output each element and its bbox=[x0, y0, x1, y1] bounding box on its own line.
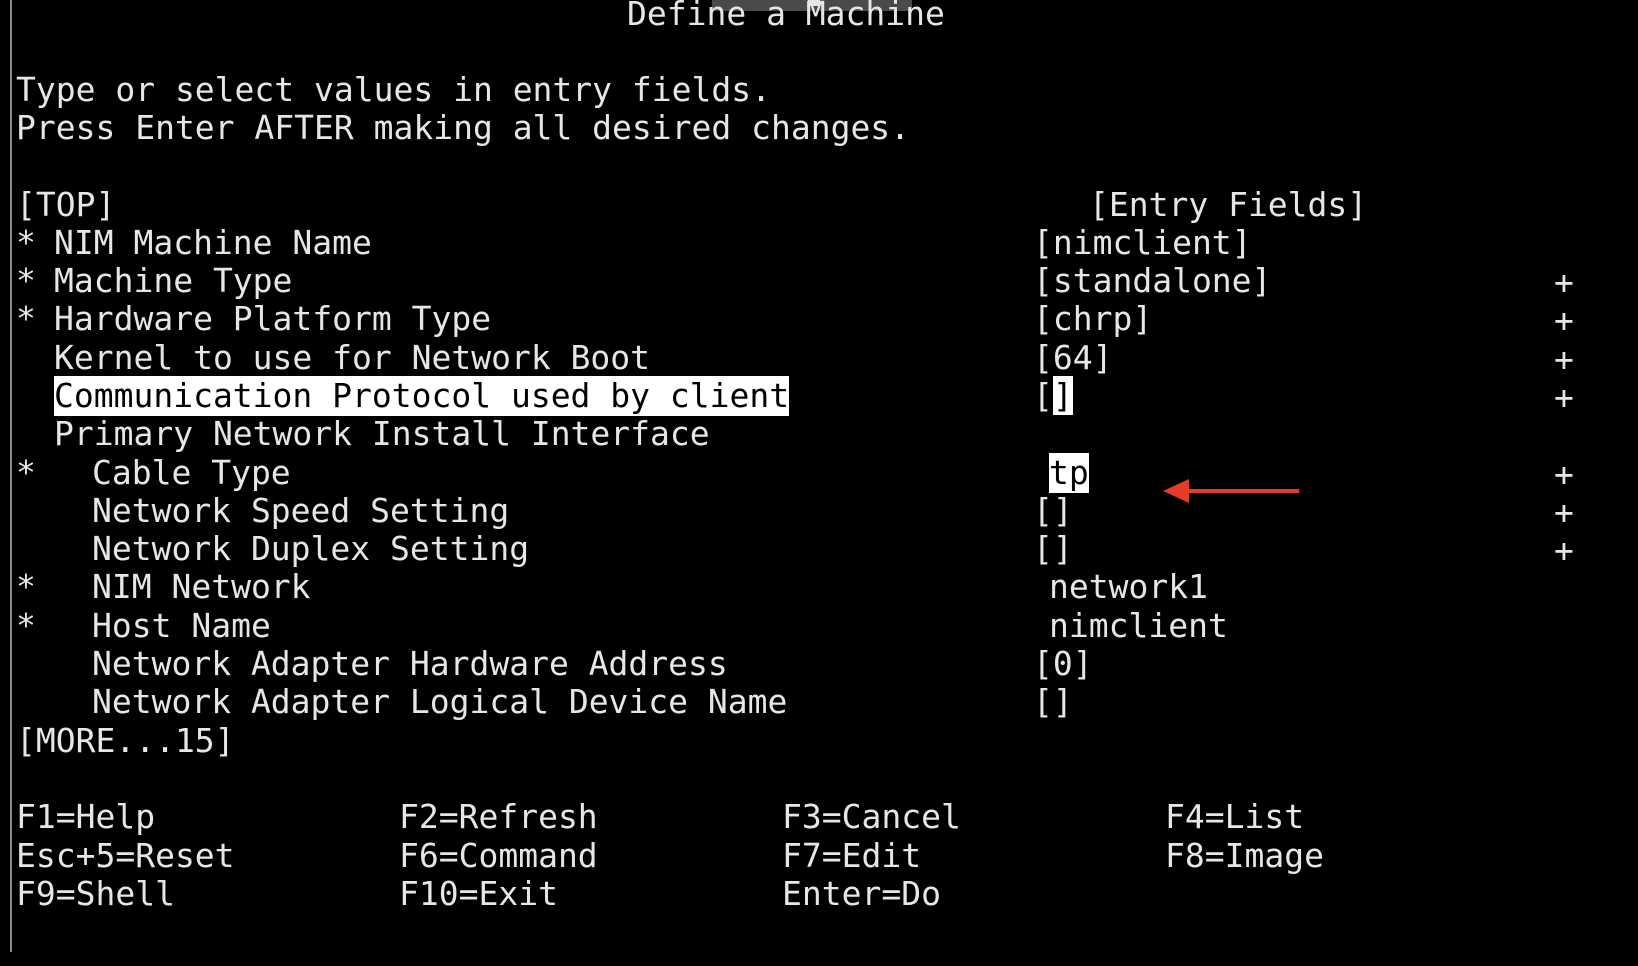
field-label-nim-network: NIM Network bbox=[92, 567, 311, 606]
field-label-adapter-hardware-address: Network Adapter Hardware Address bbox=[92, 644, 728, 683]
list-indicator[interactable]: + bbox=[1554, 493, 1574, 533]
field-label-nim-machine-name: NIM Machine Name bbox=[54, 223, 372, 262]
field-value-adapter-logical-device[interactable]: [] bbox=[1033, 682, 1073, 722]
list-indicator[interactable]: + bbox=[1554, 378, 1574, 418]
field-label-kernel-network-boot: Kernel to use for Network Boot bbox=[54, 338, 651, 377]
field-value-cable-type[interactable]: tp bbox=[1049, 453, 1089, 493]
fkey-do[interactable]: Enter=Do bbox=[782, 874, 941, 914]
required-marker: * bbox=[16, 261, 36, 300]
window-left-edge bbox=[10, 0, 12, 952]
field-value-nim-machine-name[interactable]: [nimclient] bbox=[1033, 223, 1252, 263]
field-value-nim-network: network1 bbox=[1049, 567, 1208, 606]
field-value-hardware-platform-type[interactable]: [chrp] bbox=[1033, 299, 1152, 339]
section-label-primary-network-interface: Primary Network Install Interface bbox=[54, 414, 710, 453]
field-value-adapter-hardware-address[interactable]: [0] bbox=[1033, 644, 1093, 684]
screen-title: Define a Machine bbox=[627, 0, 945, 33]
fkey-image[interactable]: F8=Image bbox=[1165, 836, 1324, 876]
fkey-cancel[interactable]: F3=Cancel bbox=[782, 797, 961, 837]
fkey-reset[interactable]: Esc+5=Reset bbox=[16, 836, 235, 876]
field-label-host-name: Host Name bbox=[92, 606, 271, 645]
field-label-cable-type: Cable Type bbox=[92, 453, 291, 492]
list-indicator[interactable]: + bbox=[1554, 340, 1574, 380]
fkey-help[interactable]: F1=Help bbox=[16, 797, 155, 837]
fkey-refresh[interactable]: F2=Refresh bbox=[399, 797, 598, 837]
field-label-machine-type: Machine Type bbox=[54, 261, 293, 300]
value-open-bracket: [ bbox=[1033, 376, 1053, 415]
fkey-exit[interactable]: F10=Exit bbox=[399, 874, 558, 914]
field-value-network-duplex[interactable]: [] bbox=[1033, 529, 1073, 569]
instruction-line-1: Type or select values in entry fields. bbox=[16, 70, 771, 109]
field-value-machine-type[interactable]: [standalone] bbox=[1033, 261, 1271, 301]
required-marker: * bbox=[16, 453, 36, 492]
fkey-shell[interactable]: F9=Shell bbox=[16, 874, 175, 914]
field-label-communication-protocol: Communication Protocol used by client bbox=[54, 376, 790, 416]
list-indicator[interactable]: + bbox=[1554, 263, 1574, 303]
field-value-communication-protocol[interactable]: [] bbox=[1033, 376, 1073, 416]
fkey-list[interactable]: F4=List bbox=[1165, 797, 1304, 837]
field-label-adapter-logical-device: Network Adapter Logical Device Name bbox=[92, 682, 788, 721]
text-cursor: ] bbox=[1052, 376, 1073, 415]
fkey-command[interactable]: F6=Command bbox=[399, 836, 598, 876]
instruction-line-2: Press Enter AFTER making all desired cha… bbox=[16, 108, 911, 147]
required-marker: * bbox=[16, 567, 36, 606]
field-value-network-speed[interactable]: [] bbox=[1033, 491, 1073, 531]
fkey-edit[interactable]: F7=Edit bbox=[782, 836, 921, 876]
arrow-left-icon bbox=[1163, 479, 1299, 503]
top-marker: [TOP] bbox=[16, 185, 116, 224]
field-value-kernel-network-boot[interactable]: [64] bbox=[1033, 338, 1112, 378]
field-value-host-name: nimclient bbox=[1049, 606, 1228, 645]
required-marker: * bbox=[16, 223, 36, 262]
list-indicator[interactable]: + bbox=[1554, 301, 1574, 341]
field-label-network-duplex: Network Duplex Setting bbox=[92, 529, 530, 568]
entry-fields-header: [Entry Fields] bbox=[1089, 185, 1368, 224]
field-label-network-speed: Network Speed Setting bbox=[92, 491, 510, 530]
required-marker: * bbox=[16, 299, 36, 338]
list-indicator[interactable]: + bbox=[1554, 455, 1574, 495]
required-marker: * bbox=[16, 606, 36, 645]
more-marker: [MORE...15] bbox=[16, 721, 235, 760]
list-indicator[interactable]: + bbox=[1554, 531, 1574, 571]
field-label-hardware-platform-type: Hardware Platform Type bbox=[54, 299, 492, 338]
